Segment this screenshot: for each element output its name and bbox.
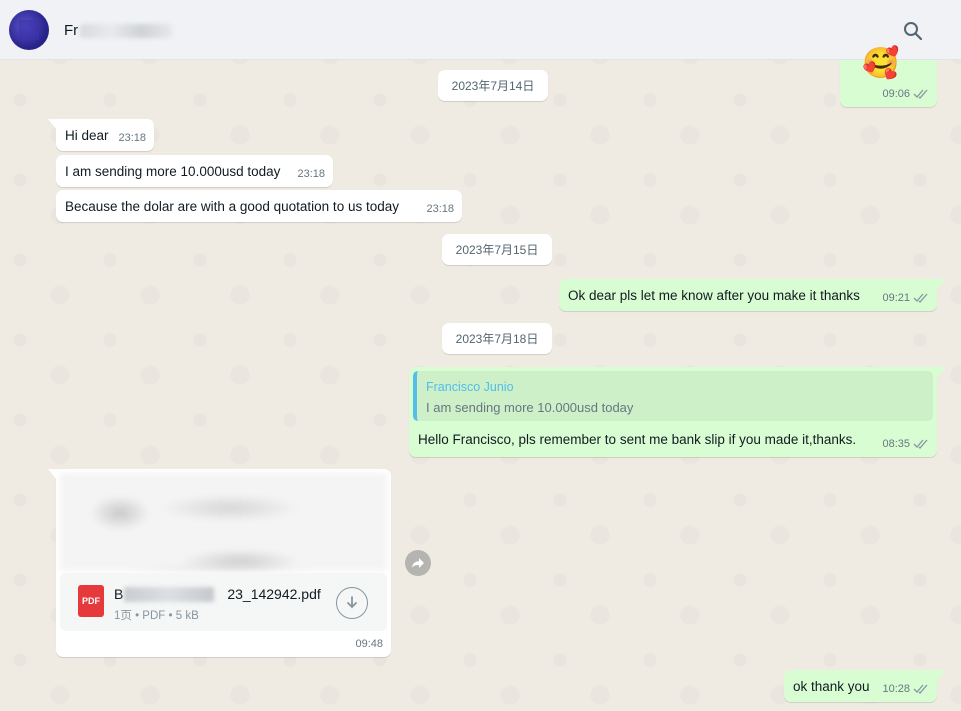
message-text: ok thank you (793, 679, 870, 694)
message-time: 08:35 (882, 438, 910, 450)
message-time: 10:28 (882, 683, 910, 695)
message-sticker[interactable]: 🥰 09:06 (840, 47, 937, 107)
bubble-tail (48, 119, 57, 130)
message-meta: 23:18 (426, 200, 454, 218)
date-separator: 2023年7月14日 (438, 70, 548, 101)
message-time: 23:18 (426, 203, 454, 215)
forward-button[interactable] (405, 550, 431, 576)
message-meta: 10:28 (882, 680, 929, 698)
quote-text: I am sending more 10.000usd today (426, 400, 634, 415)
chat-header: Fr (0, 0, 961, 60)
file-name-redacted (124, 587, 214, 602)
document-preview-blurred (60, 473, 387, 571)
bubble-tail (937, 367, 946, 378)
search-icon (904, 22, 923, 41)
message-time: 23:18 (297, 168, 325, 180)
bubble-tail (937, 279, 946, 290)
contact-avatar[interactable] (9, 10, 49, 50)
read-ticks-icon (913, 89, 928, 99)
download-arrow-icon (347, 596, 357, 609)
read-ticks-icon (913, 684, 928, 694)
message-meta: 09:48 (355, 635, 383, 653)
file-name-suffix: 23_142942.pdf (227, 586, 321, 602)
date-label: 2023年7月15日 (455, 243, 539, 257)
message-text: I am sending more 10.000usd today (65, 164, 281, 179)
message-time: 09:06 (882, 88, 910, 100)
message-meta: 08:35 (882, 435, 929, 453)
download-button[interactable] (336, 587, 368, 619)
message-outgoing[interactable]: ok thank you 10:28 (784, 670, 937, 702)
date-separator: 2023年7月15日 (442, 234, 552, 265)
message-text: Because the dolar are with a good quotat… (65, 199, 399, 214)
date-label: 2023年7月14日 (451, 79, 535, 93)
message-meta: 23:18 (297, 165, 325, 183)
message-document[interactable]: PDF B 23_142942.pdf 1页 • PDF • 5 kB 09:48 (56, 469, 391, 657)
message-meta: 09:21 (882, 289, 929, 307)
pdf-badge-label: PDF (82, 596, 100, 606)
pdf-file-icon: PDF (78, 585, 104, 617)
message-text: Hi dear (65, 128, 109, 143)
forward-arrow-icon (412, 558, 424, 568)
message-incoming[interactable]: Hi dear 23:18 (56, 119, 154, 151)
contact-name[interactable]: Fr (64, 22, 78, 39)
message-meta: 23:18 (118, 129, 146, 147)
message-text: Hello Francisco, pls remember to sent me… (418, 432, 857, 447)
message-incoming[interactable]: Because the dolar are with a good quotat… (56, 190, 462, 222)
file-card[interactable]: PDF B 23_142942.pdf 1页 • PDF • 5 kB (60, 573, 387, 631)
date-label: 2023年7月18日 (455, 332, 539, 346)
date-separator: 2023年7月18日 (442, 323, 552, 354)
message-text: Ok dear pls let me know after you make i… (568, 288, 860, 303)
bubble-tail (48, 469, 57, 480)
message-incoming[interactable]: I am sending more 10.000usd today 23:18 (56, 155, 333, 187)
sticker-emoji: 🥰 (862, 47, 900, 80)
quote-author: Francisco Junio (426, 380, 514, 394)
read-ticks-icon (913, 439, 928, 449)
quoted-message[interactable]: Francisco Junio I am sending more 10.000… (413, 371, 933, 421)
message-time: 09:48 (355, 638, 383, 650)
read-ticks-icon (913, 293, 928, 303)
message-meta: 09:06 (882, 85, 929, 103)
file-name-prefix: B (114, 586, 124, 602)
message-time: 09:21 (882, 292, 910, 304)
search-button[interactable] (900, 18, 926, 44)
contact-name-redacted (80, 24, 172, 38)
message-outgoing[interactable]: Ok dear pls let me know after you make i… (559, 279, 937, 311)
message-time: 23:18 (118, 132, 146, 144)
file-meta: 1页 • PDF • 5 kB (114, 610, 199, 622)
message-outgoing-reply[interactable]: Francisco Junio I am sending more 10.000… (409, 367, 937, 457)
bubble-tail (937, 670, 946, 681)
